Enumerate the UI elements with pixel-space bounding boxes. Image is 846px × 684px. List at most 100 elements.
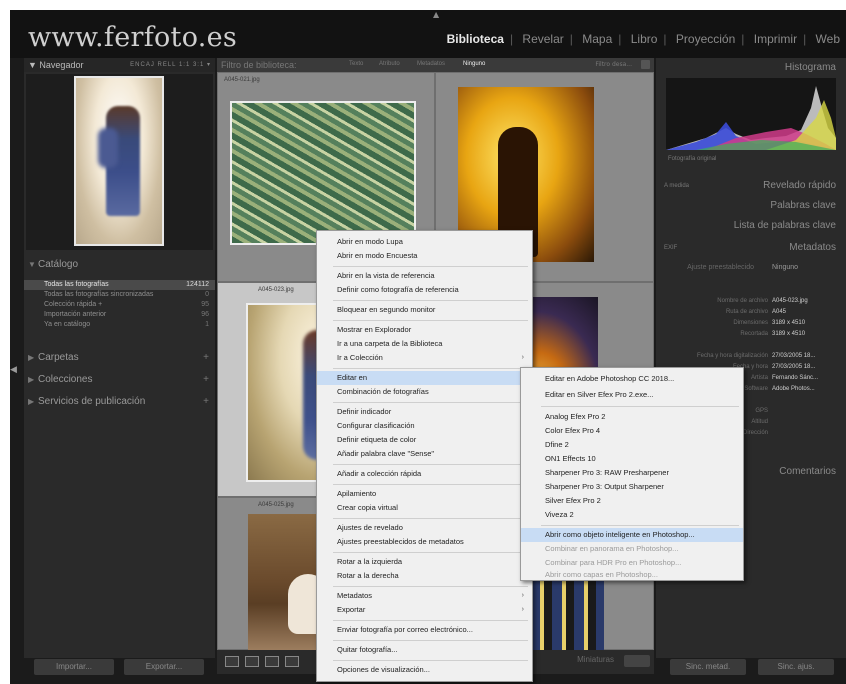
menu-item[interactable]: Ajustes preestablecidos de metadatos› — [317, 535, 532, 549]
module-biblioteca[interactable]: Biblioteca — [441, 32, 510, 46]
menu-item[interactable]: Exportar › — [317, 603, 532, 617]
navigator-header[interactable]: ▼ Navegador ENCAJ RELL 1:1 3:1 ▾ — [24, 58, 215, 72]
compare-view-icon[interactable] — [265, 656, 279, 667]
chevron-right-icon: › — [521, 606, 524, 613]
add-collection-icon[interactable]: + — [203, 371, 209, 389]
metadata-view-select[interactable]: EXIF — [664, 240, 687, 256]
navigator-zoom-options[interactable]: ENCAJ RELL 1:1 3:1 ▾ — [130, 58, 211, 72]
module-imprimir[interactable]: Imprimir — [748, 32, 803, 46]
module-revelar[interactable]: Revelar — [516, 32, 569, 46]
folders-header[interactable]: ▶ Carpetas + — [24, 349, 215, 367]
module-proyeccion[interactable]: Proyección — [670, 32, 741, 46]
catalog-item[interactable]: Todas las fotografías 124112 — [24, 280, 215, 290]
grid-view-icon[interactable] — [225, 656, 239, 667]
catalog-header[interactable]: ▼ Catálogo — [24, 256, 215, 274]
sync-metadata-button[interactable]: Sinc. metad. — [670, 659, 746, 675]
menu-item[interactable]: Configurar clasificación› — [317, 419, 532, 433]
menu-item[interactable]: Ir a Colección › — [317, 351, 532, 365]
loupe-view-icon[interactable] — [245, 656, 259, 667]
submenu-item-disabled: Combinar en panorama en Photoshop... — [545, 544, 679, 553]
menu-item[interactable]: Crear copia virtual — [317, 501, 532, 515]
menu-item[interactable]: Metadatos › — [317, 589, 532, 603]
add-folder-icon[interactable]: + — [203, 349, 209, 367]
edit-in-submenu: Editar en Adobe Photoshop CC 2018... Edi… — [520, 367, 744, 581]
import-button[interactable]: Importar... — [34, 659, 114, 675]
histogram-graph — [666, 86, 836, 150]
menu-item[interactable]: Apilamiento› — [317, 487, 532, 501]
submenu-item[interactable]: Editar en Adobe Photoshop CC 2018... — [521, 372, 743, 386]
filter-text-tab[interactable]: Texto — [349, 61, 363, 67]
library-filter-bar: Filtro de biblioteca: Texto Atributo Met… — [217, 58, 654, 72]
menu-item[interactable]: Ir a una carpeta de la Biblioteca — [317, 337, 532, 351]
menu-item[interactable]: Opciones de visualización... — [317, 663, 532, 677]
submenu-item-smart-object[interactable]: Abrir como objeto inteligente en Photosh… — [521, 528, 743, 542]
menu-item[interactable]: Bloquear en segundo monitor — [317, 303, 532, 317]
menu-item[interactable]: Añadir palabra clave "Sense" — [317, 447, 532, 461]
submenu-item[interactable]: Editar en Silver Efex Pro 2.exe... — [521, 388, 743, 402]
menu-item[interactable]: Añadir a colección rápida — [317, 467, 532, 481]
sync-settings-button[interactable]: Sinc. ajus. — [758, 659, 834, 675]
menu-item[interactable]: Abrir en modo Encuesta — [317, 249, 532, 263]
add-publish-service-icon[interactable]: + — [203, 393, 209, 411]
metadata-preset-select[interactable]: Ninguno — [772, 262, 808, 274]
menu-item[interactable]: Enviar fotografía por correo electrónico… — [317, 623, 532, 637]
catalog-title: Catálogo — [38, 259, 79, 270]
filter-metadata-tab[interactable]: Metadatos — [417, 61, 445, 67]
submenu-item[interactable]: Dfine 2 — [521, 438, 743, 452]
submenu-item[interactable]: ON1 Effects 10 — [521, 452, 743, 466]
quick-develop-preset-select[interactable]: A medida — [664, 178, 699, 194]
left-panel-toggle-icon[interactable]: ◀ — [10, 365, 17, 375]
menu-item[interactable]: Ajustes de revelado› — [317, 521, 532, 535]
publish-services-header[interactable]: ▶ Servicios de publicación + — [24, 393, 215, 411]
navigator-preview[interactable] — [26, 74, 213, 250]
submenu-item[interactable]: Silver Efex Pro 2 — [521, 494, 743, 508]
menu-item[interactable]: Rotar a la izquierda — [317, 555, 532, 569]
toolbar-options-dropdown[interactable] — [624, 655, 650, 667]
top-bar: ▲ www.ferfoto.es Biblioteca | Revelar | Ma… — [10, 10, 846, 58]
submenu-item[interactable]: Color Efex Pro 4 — [521, 424, 743, 438]
metadata-row: Nombre de archivo A045-023.jpg — [717, 298, 808, 304]
photo-thumbnail[interactable] — [230, 101, 416, 245]
survey-view-icon[interactable] — [285, 656, 299, 667]
catalog-item[interactable]: Todas las fotografías sincronizadas 0 — [24, 290, 215, 300]
menu-item-editar-en[interactable]: Editar en› — [317, 371, 532, 385]
keywords-header[interactable]: Palabras clave — [656, 198, 846, 214]
filter-preset-select[interactable]: Filtro desa... — [595, 61, 632, 68]
submenu-item[interactable]: Viveza 2 — [521, 508, 743, 522]
menu-item[interactable]: Combinación de fotografías› — [317, 385, 532, 399]
metadata-preset-row: Ajuste preestablecido Ninguno — [656, 262, 846, 274]
menu-item[interactable]: Definir como fotografía de referencia — [317, 283, 532, 297]
filter-attribute-tab[interactable]: Atributo — [379, 61, 400, 67]
chevron-right-icon: › — [521, 354, 524, 361]
keyword-list-header[interactable]: Lista de palabras clave — [656, 218, 846, 234]
collapse-top-icon[interactable]: ▲ — [433, 10, 439, 19]
metadata-row — [656, 342, 846, 353]
menu-item[interactable]: Abrir en la vista de referencia — [317, 269, 532, 283]
catalog-item[interactable]: Colección rápida +95 — [24, 300, 215, 310]
lock-icon[interactable] — [641, 60, 650, 69]
menu-item[interactable]: Quitar fotografía... — [317, 643, 532, 657]
menu-item[interactable]: Rotar a la derecha — [317, 569, 532, 583]
submenu-item[interactable]: Analog Efex Pro 2 — [521, 410, 743, 424]
identity-plate: www.ferfoto.es — [28, 22, 238, 53]
metadata-header[interactable]: EXIF Metadatos — [656, 240, 846, 256]
histogram-header[interactable]: Histograma — [656, 60, 846, 76]
catalog-item[interactable]: Importación anterior 96 — [24, 310, 215, 320]
navigator-title: Navegador — [39, 60, 84, 70]
export-button[interactable]: Exportar... — [124, 659, 204, 675]
collections-header[interactable]: ▶ Colecciones + — [24, 371, 215, 389]
submenu-item[interactable]: Sharpener Pro 3: RAW Presharpener — [521, 466, 743, 480]
quick-develop-header[interactable]: A medida Revelado rápido — [656, 178, 846, 194]
menu-item[interactable]: Mostrar en Explorador — [317, 323, 532, 337]
menu-item[interactable]: Definir etiqueta de color› — [317, 433, 532, 447]
submenu-item[interactable]: Sharpener Pro 3: Output Sharpener — [521, 480, 743, 494]
left-panel: ▼ Navegador ENCAJ RELL 1:1 3:1 ▾ ▼ Catálo… — [24, 58, 215, 658]
menu-item[interactable]: Definir indicador› — [317, 405, 532, 419]
module-libro[interactable]: Libro — [625, 32, 664, 46]
catalog-item[interactable]: Ya en catálogo 1 — [24, 320, 215, 330]
module-web[interactable]: Web — [810, 32, 846, 46]
filter-none-tab[interactable]: Ninguno — [463, 61, 485, 67]
menu-item[interactable]: Abrir en modo Lupa — [317, 235, 532, 249]
original-photo-toggle[interactable]: Fotografía original — [668, 156, 716, 162]
module-mapa[interactable]: Mapa — [576, 32, 618, 46]
